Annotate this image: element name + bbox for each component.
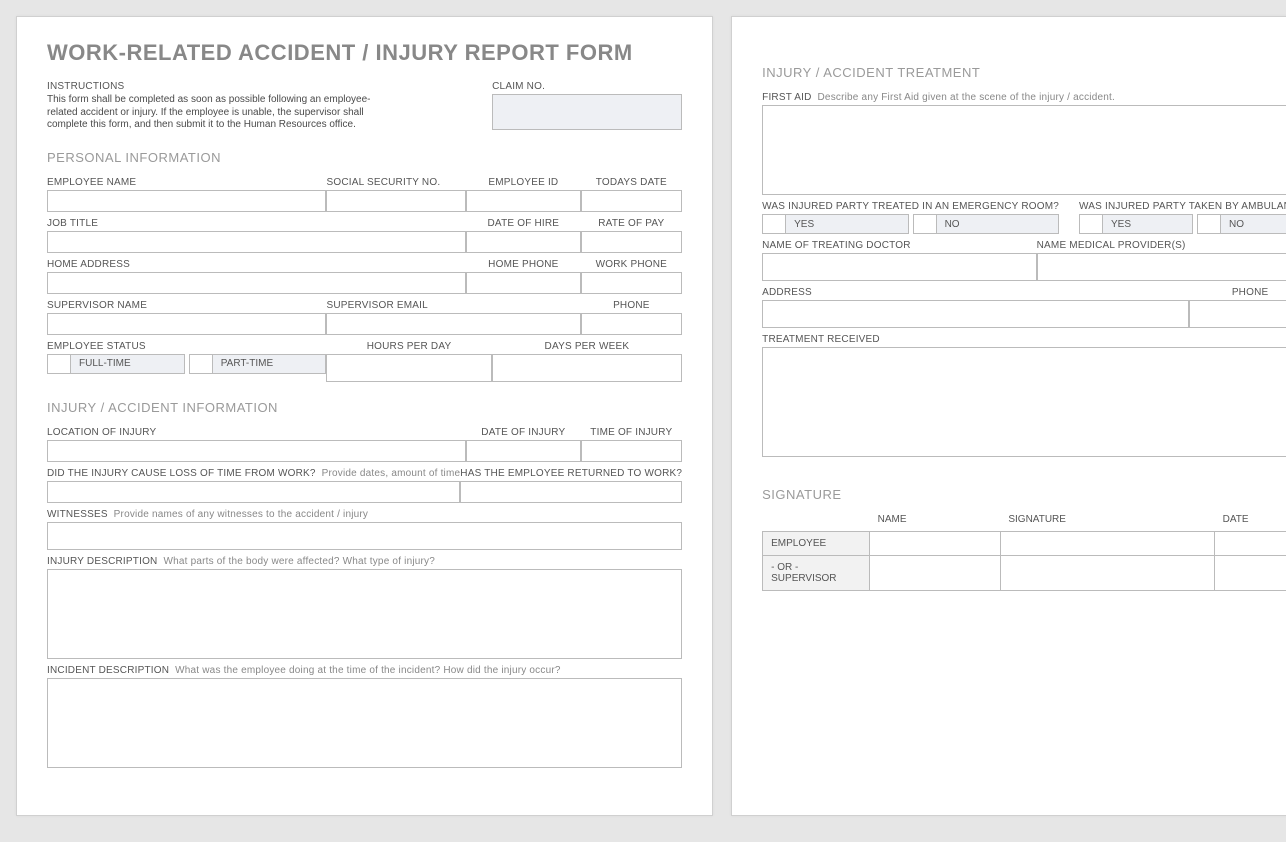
full-time-option: FULL-TIME — [71, 354, 185, 374]
section-injury-info: INJURY / ACCIDENT INFORMATION — [47, 400, 682, 415]
location-of-injury-input[interactable] — [47, 440, 466, 462]
date-of-hire-label: DATE OF HIRE — [466, 218, 580, 229]
medical-provider-label: NAME MEDICAL PROVIDER(S) — [1037, 240, 1286, 251]
form-title: WORK-RELATED ACCIDENT / INJURY REPORT FO… — [47, 41, 682, 65]
section-signature: SIGNATURE — [762, 487, 1286, 502]
date-of-injury-input[interactable] — [466, 440, 580, 462]
time-of-injury-label: TIME OF INJURY — [581, 427, 683, 438]
employee-id-input[interactable] — [466, 190, 580, 212]
treating-doctor-label: NAME OF TREATING DOCTOR — [762, 240, 1036, 251]
er-no-checkbox[interactable] — [913, 214, 937, 234]
supervisor-phone-label: PHONE — [581, 300, 683, 311]
home-address-input[interactable] — [47, 272, 466, 294]
witnesses-input[interactable] — [47, 522, 682, 550]
instructions-label: INSTRUCTIONS — [47, 81, 452, 92]
todays-date-label: TODAYS DATE — [581, 177, 683, 188]
injury-desc-label: INJURY DESCRIPTION What parts of the bod… — [47, 556, 682, 567]
supervisor-name-label: SUPERVISOR NAME — [47, 300, 326, 311]
supervisor-name-input[interactable] — [47, 313, 326, 335]
col-signature: SIGNATURE — [1000, 508, 1214, 532]
days-per-week-label: DAYS PER WEEK — [492, 341, 683, 352]
signature-table: NAME SIGNATURE DATE EMPLOYEE - OR - SUPE… — [762, 508, 1286, 591]
incident-desc-label: INCIDENT DESCRIPTION What was the employ… — [47, 665, 682, 676]
col-date: DATE — [1215, 508, 1286, 532]
employee-status-label: EMPLOYEE STATUS — [47, 341, 326, 352]
section-personal: PERSONAL INFORMATION — [47, 150, 682, 165]
todays-date-input[interactable] — [581, 190, 683, 212]
days-per-week-input[interactable] — [492, 354, 683, 382]
amb-yes-option: YES — [1103, 214, 1193, 234]
incident-desc-input[interactable] — [47, 678, 682, 768]
location-of-injury-label: LOCATION OF INJURY — [47, 427, 466, 438]
home-address-label: HOME ADDRESS — [47, 259, 466, 270]
employee-sig-name[interactable] — [870, 532, 1001, 556]
part-time-option: PART-TIME — [213, 354, 327, 374]
work-phone-label: WORK PHONE — [581, 259, 683, 270]
row-employee-label: EMPLOYEE — [763, 532, 870, 556]
section-treatment: INJURY / ACCIDENT TREATMENT — [762, 65, 1286, 80]
rate-of-pay-input[interactable] — [581, 231, 683, 253]
er-yes-option: YES — [786, 214, 908, 234]
amb-yes-checkbox[interactable] — [1079, 214, 1103, 234]
col-name: NAME — [870, 508, 1001, 532]
instructions-text: This form shall be completed as soon as … — [47, 94, 387, 132]
witnesses-label: WITNESSES Provide names of any witnesses… — [47, 509, 682, 520]
part-time-checkbox[interactable] — [189, 354, 213, 374]
employee-sig-signature[interactable] — [1000, 532, 1214, 556]
first-aid-input[interactable] — [762, 105, 1286, 195]
row-supervisor-label: - OR - SUPERVISOR — [763, 556, 870, 591]
rate-of-pay-label: RATE OF PAY — [581, 218, 683, 229]
date-of-hire-input[interactable] — [466, 231, 580, 253]
work-phone-input[interactable] — [581, 272, 683, 294]
treatment-address-input[interactable] — [762, 300, 1189, 328]
full-time-checkbox[interactable] — [47, 354, 71, 374]
supervisor-email-input[interactable] — [326, 313, 580, 335]
date-of-injury-label: DATE OF INJURY — [466, 427, 580, 438]
page-2: INJURY / ACCIDENT TREATMENT FIRST AID De… — [731, 16, 1286, 816]
employee-name-input[interactable] — [47, 190, 326, 212]
returned-label: HAS THE EMPLOYEE RETURNED TO WORK? — [460, 468, 682, 479]
treatment-phone-input[interactable] — [1189, 300, 1286, 328]
er-no-option: NO — [937, 214, 1059, 234]
home-phone-input[interactable] — [466, 272, 580, 294]
supervisor-sig-signature[interactable] — [1000, 556, 1214, 591]
er-question-label: WAS INJURED PARTY TREATED IN AN EMERGENC… — [762, 201, 1059, 212]
ssn-label: SOCIAL SECURITY NO. — [326, 177, 466, 188]
treatment-address-label: ADDRESS — [762, 287, 1189, 298]
amb-no-checkbox[interactable] — [1197, 214, 1221, 234]
supervisor-sig-date[interactable] — [1215, 556, 1286, 591]
page-1: WORK-RELATED ACCIDENT / INJURY REPORT FO… — [16, 16, 713, 816]
treatment-phone-label: PHONE — [1189, 287, 1286, 298]
employee-name-label: EMPLOYEE NAME — [47, 177, 326, 188]
medical-provider-input[interactable] — [1037, 253, 1286, 281]
claim-no-label: CLAIM NO. — [492, 81, 682, 92]
ambulance-question-label: WAS INJURED PARTY TAKEN BY AMBULANCE? — [1079, 201, 1286, 212]
loss-time-label: DID THE INJURY CAUSE LOSS OF TIME FROM W… — [47, 468, 460, 479]
job-title-label: JOB TITLE — [47, 218, 466, 229]
home-phone-label: HOME PHONE — [466, 259, 580, 270]
returned-input[interactable] — [460, 481, 682, 503]
treating-doctor-input[interactable] — [762, 253, 1036, 281]
supervisor-sig-name[interactable] — [870, 556, 1001, 591]
treatment-received-input[interactable] — [762, 347, 1286, 457]
ssn-input[interactable] — [326, 190, 466, 212]
claim-no-input[interactable] — [492, 94, 682, 130]
treatment-received-label: TREATMENT RECEIVED — [762, 334, 1286, 345]
amb-no-option: NO — [1221, 214, 1286, 234]
er-yes-checkbox[interactable] — [762, 214, 786, 234]
loss-time-input[interactable] — [47, 481, 460, 503]
hours-per-day-input[interactable] — [326, 354, 491, 382]
injury-desc-input[interactable] — [47, 569, 682, 659]
supervisor-phone-input[interactable] — [581, 313, 683, 335]
first-aid-label: FIRST AID Describe any First Aid given a… — [762, 92, 1286, 103]
employee-id-label: EMPLOYEE ID — [466, 177, 580, 188]
supervisor-email-label: SUPERVISOR EMAIL — [326, 300, 580, 311]
job-title-input[interactable] — [47, 231, 466, 253]
hours-per-day-label: HOURS PER DAY — [326, 341, 491, 352]
employee-sig-date[interactable] — [1215, 532, 1286, 556]
time-of-injury-input[interactable] — [581, 440, 683, 462]
